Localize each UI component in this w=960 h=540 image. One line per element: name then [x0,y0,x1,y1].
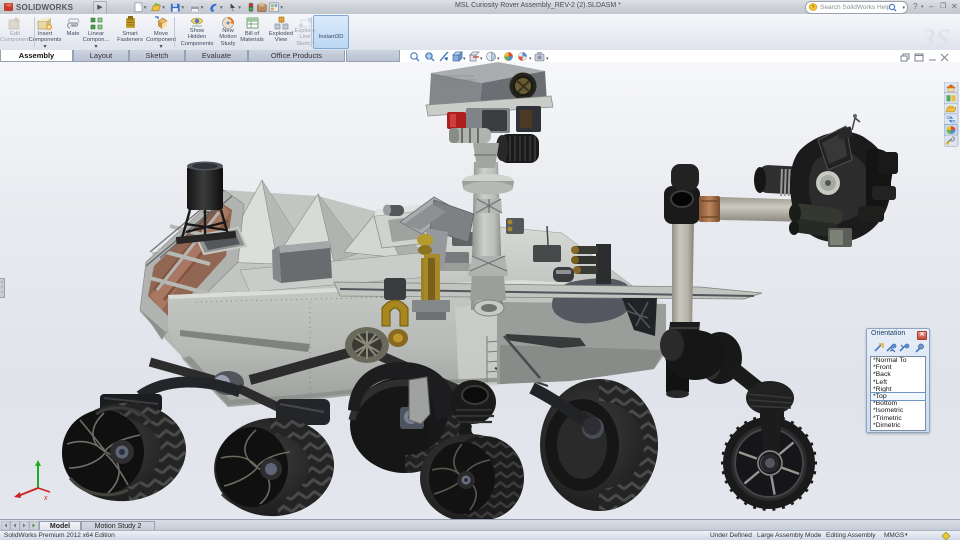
svg-text:▾: ▾ [162,5,165,11]
svg-text:▾: ▾ [546,56,549,62]
svg-text:▾: ▾ [463,56,466,62]
svg-text:▾: ▾ [529,56,532,62]
svg-text:▾: ▾ [220,5,223,11]
svg-text:▾: ▾ [497,56,500,62]
svg-text:▾: ▾ [144,5,147,11]
svg-text:▾: ▾ [201,5,204,11]
svg-text:?: ? [812,5,815,11]
svg-text:x: x [43,495,48,502]
svg-text:▾: ▾ [181,5,184,11]
svg-text:▾: ▾ [480,56,483,62]
svg-text:▾: ▾ [238,5,241,11]
svg-text:▾: ▾ [280,5,283,11]
